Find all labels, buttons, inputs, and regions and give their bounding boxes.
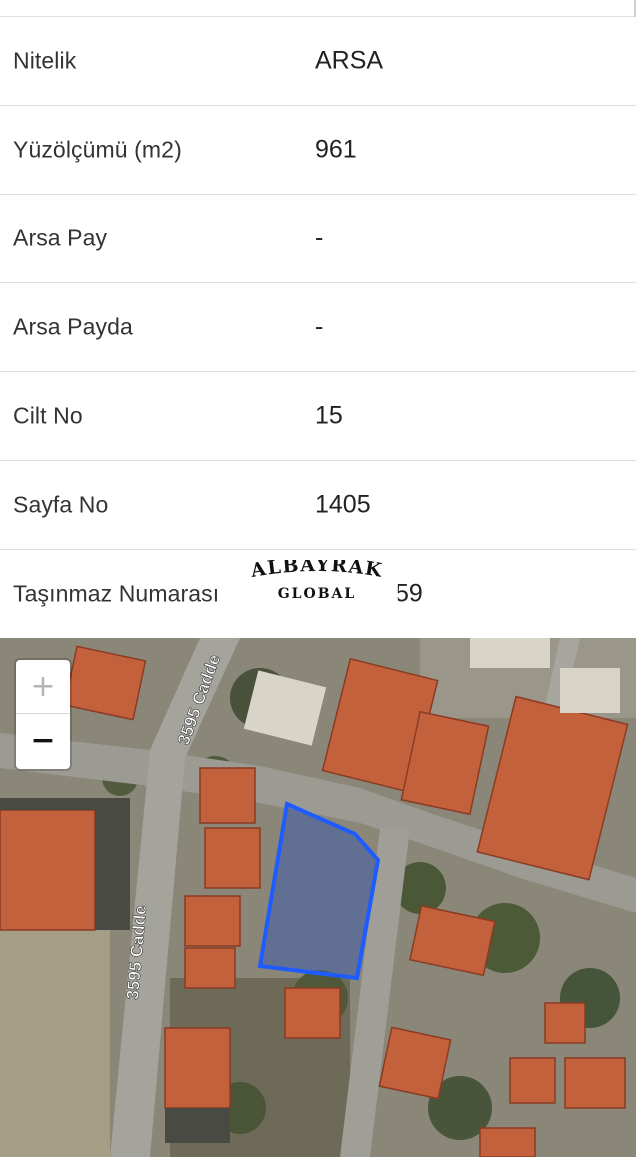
row-value: 1405 [315, 490, 371, 519]
row-value: 961 [315, 135, 357, 164]
albayrak-global-watermark: ALBAYRAK GLOBAL [236, 560, 398, 606]
row-label: Nitelik [13, 47, 77, 74]
row-value: ARSA [315, 46, 384, 75]
row-label: Taşınmaz Numarası [13, 580, 220, 607]
row-label: Yüzölçümü (m2) [13, 136, 182, 163]
row-value: - [315, 223, 324, 252]
info-row-arsa-payda: Arsa Payda - [0, 283, 636, 373]
map-zoom-control: + − [16, 660, 70, 769]
info-row-nitelik: Nitelik ARSA [0, 17, 636, 106]
row-label: Cilt No [13, 402, 83, 429]
row-value: - [315, 312, 324, 341]
info-row-sayfa-no: Sayfa No 1405 [0, 460, 636, 550]
row-label: Sayfa No [13, 491, 109, 518]
zoom-out-button[interactable]: − [16, 714, 70, 768]
row-label: Arsa Pay [13, 224, 108, 251]
top-strip [0, 0, 636, 17]
row-label: Arsa Payda [13, 313, 133, 340]
satellite-map[interactable]: 3595 Cadde 3595 Cadde [0, 638, 636, 1157]
watermark-line2: GLOBAL [278, 586, 357, 602]
row-value: 15 [315, 401, 343, 430]
zoom-in-button[interactable]: + [16, 660, 70, 714]
satellite-imagery: 3595 Cadde 3595 Cadde [0, 638, 636, 1157]
info-row-cilt-no: Cilt No 15 [0, 372, 636, 461]
info-row-arsa-pay: Arsa Pay - [0, 194, 636, 284]
property-info-table: Nitelik ARSA Yüzölçümü (m2) 961 Arsa Pay… [0, 17, 636, 639]
info-row-yuzolcumu: Yüzölçümü (m2) 961 [0, 105, 636, 195]
